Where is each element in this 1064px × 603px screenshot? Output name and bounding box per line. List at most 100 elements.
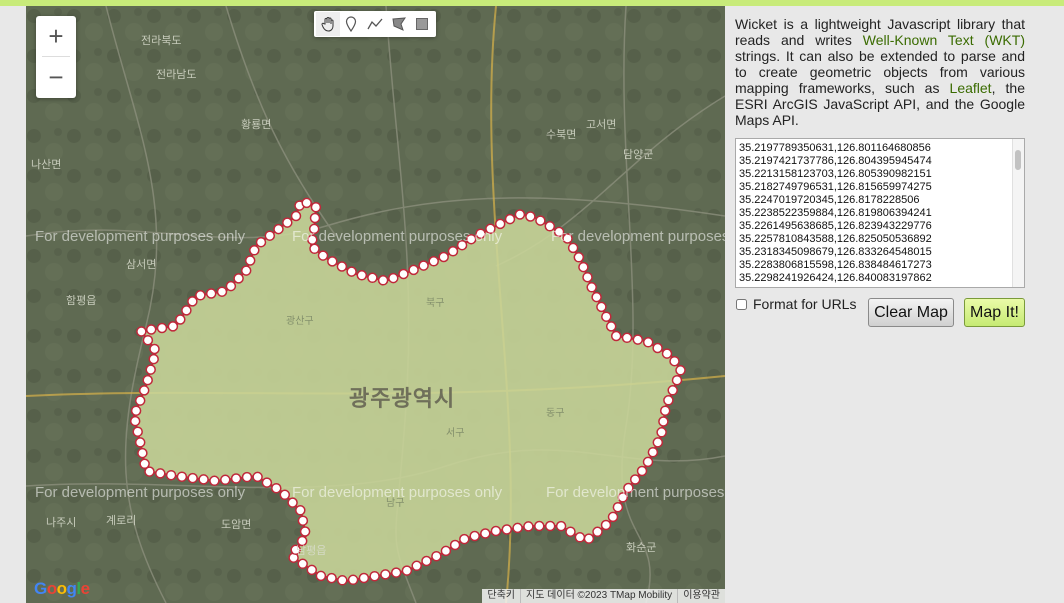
polygon-vertex[interactable]	[252, 471, 263, 483]
leaflet-link[interactable]: Leaflet	[950, 80, 992, 96]
polygon-vertex[interactable]	[607, 511, 619, 523]
format-for-urls-option[interactable]: Format for URLs	[735, 296, 856, 312]
polygon-vertex[interactable]	[309, 243, 320, 255]
polygon-vertex[interactable]	[134, 437, 146, 448]
polygon-vertex[interactable]	[145, 364, 156, 375]
polygon-vertex[interactable]	[514, 209, 526, 220]
polygon-vertex[interactable]	[130, 405, 142, 416]
polygon-vertex[interactable]	[544, 520, 556, 532]
polygon-vertex[interactable]	[636, 465, 648, 477]
polygon-vertex[interactable]	[356, 270, 368, 281]
polygon-vertex[interactable]	[658, 416, 669, 427]
polygon-vertex[interactable]	[136, 326, 147, 337]
polygon-vertex[interactable]	[501, 524, 513, 535]
polygon-vertex[interactable]	[671, 374, 683, 386]
polygon-vertex[interactable]	[578, 261, 589, 273]
polygon-vertex[interactable]	[428, 256, 439, 267]
polygon-vertex[interactable]	[148, 353, 159, 365]
polygon-vertex[interactable]	[358, 572, 370, 584]
polygon-vertex[interactable]	[145, 324, 157, 335]
polygon-vertex[interactable]	[249, 245, 260, 256]
polygon-vertex[interactable]	[388, 272, 399, 284]
wkt-scrollbar[interactable]	[1012, 139, 1024, 287]
polygon-vertex[interactable]	[310, 201, 322, 213]
polygon-vertex[interactable]	[282, 217, 293, 228]
polygon-vertex[interactable]	[176, 471, 188, 482]
polyline-tool-button[interactable]	[363, 12, 387, 36]
polygon-vertex[interactable]	[652, 342, 663, 354]
polygon-vertex[interactable]	[337, 575, 348, 586]
polygon-vertex[interactable]	[523, 521, 534, 532]
polygon-vertex[interactable]	[610, 330, 622, 342]
polygon-vertex[interactable]	[573, 252, 585, 263]
polygon-vertex[interactable]	[142, 334, 154, 346]
polygon-vertex[interactable]	[295, 505, 306, 516]
polygon-vertex[interactable]	[621, 332, 633, 344]
zoom-in-button[interactable]: +	[36, 16, 76, 56]
polygon-vertex[interactable]	[612, 501, 624, 513]
polygon-vertex[interactable]	[264, 230, 276, 241]
polygon-vertex[interactable]	[565, 526, 576, 537]
polygon-vertex[interactable]	[669, 355, 680, 367]
polygon-vertex[interactable]	[447, 246, 459, 257]
polygon-vertex[interactable]	[605, 321, 617, 332]
polygon-vertex[interactable]	[225, 280, 237, 292]
polygon-vertex[interactable]	[632, 334, 644, 345]
polygon-vertex[interactable]	[336, 261, 348, 272]
polygon-vertex[interactable]	[600, 519, 612, 531]
polygon-vertex[interactable]	[398, 268, 409, 280]
polygon-vertex[interactable]	[198, 474, 209, 485]
polygon-vertex[interactable]	[411, 560, 422, 572]
polygon-vertex[interactable]	[574, 532, 586, 543]
polygon-vertex[interactable]	[629, 474, 641, 485]
terms-link[interactable]: 이용약관	[677, 589, 725, 603]
polygon-vertex[interactable]	[138, 385, 150, 396]
polygon-vertex[interactable]	[137, 447, 148, 459]
polygon-vertex[interactable]	[129, 415, 141, 427]
polygon-vertex[interactable]	[663, 395, 674, 406]
polygon-vertex[interactable]	[582, 271, 593, 283]
polygon-vertex[interactable]	[279, 489, 291, 501]
polygon-vertex[interactable]	[326, 572, 337, 584]
keyboard-shortcuts-link[interactable]: 단축키	[482, 589, 520, 603]
polygon-vertex[interactable]	[480, 528, 491, 539]
rectangle-tool-button[interactable]	[410, 12, 434, 36]
polygon-vertex[interactable]	[418, 260, 429, 271]
polygon-vertex[interactable]	[535, 215, 546, 226]
polygon-vertex[interactable]	[601, 311, 612, 322]
polygon-vertex[interactable]	[165, 469, 177, 481]
polygon-vertex[interactable]	[261, 477, 273, 488]
polygon-vertex[interactable]	[377, 275, 389, 286]
polygon-vertex[interactable]	[273, 223, 284, 235]
map-canvas[interactable]: 전라북도 전라남도 황룡면 나산면 삼서면 함평읍 수북면 담양군 고서면 나주…	[26, 6, 725, 603]
polygon-vertex[interactable]	[449, 539, 461, 551]
polygon-vertex[interactable]	[233, 273, 244, 284]
marker-tool-button[interactable]	[340, 12, 364, 36]
polygon-vertex[interactable]	[241, 471, 253, 483]
polygon-vertex[interactable]	[315, 570, 327, 582]
polygon-vertex[interactable]	[591, 291, 602, 303]
polygon-vertex[interactable]	[583, 533, 595, 544]
polygon-vertex[interactable]	[656, 427, 667, 438]
polygon-vertex[interactable]	[167, 321, 179, 332]
polygon-vertex[interactable]	[220, 474, 231, 486]
polygon-vertex[interactable]	[309, 212, 321, 224]
polygon-vertex[interactable]	[440, 545, 452, 557]
polygon-vertex[interactable]	[299, 526, 311, 537]
polygon-vertex[interactable]	[469, 530, 480, 542]
polygon-vertex[interactable]	[431, 550, 442, 562]
polygon-vertex[interactable]	[642, 337, 654, 348]
polygon-vertex[interactable]	[301, 197, 312, 209]
polygon-vertex[interactable]	[512, 522, 523, 534]
polygon-vertex[interactable]	[525, 211, 536, 222]
polygon-vertex[interactable]	[306, 564, 318, 576]
wkt-textarea[interactable]: 35.2197789350631,126.801164680856 35.2197…	[735, 138, 1025, 288]
clear-map-button[interactable]: Clear Map	[868, 298, 954, 327]
polygon-vertex[interactable]	[216, 286, 228, 297]
scroll-thumb[interactable]	[1015, 150, 1021, 170]
polygon-vertex[interactable]	[647, 446, 659, 458]
polygon-vertex[interactable]	[240, 265, 252, 276]
polygon-vertex[interactable]	[652, 437, 664, 448]
pan-tool-button[interactable]	[316, 12, 340, 36]
polygon-vertex[interactable]	[187, 472, 198, 484]
